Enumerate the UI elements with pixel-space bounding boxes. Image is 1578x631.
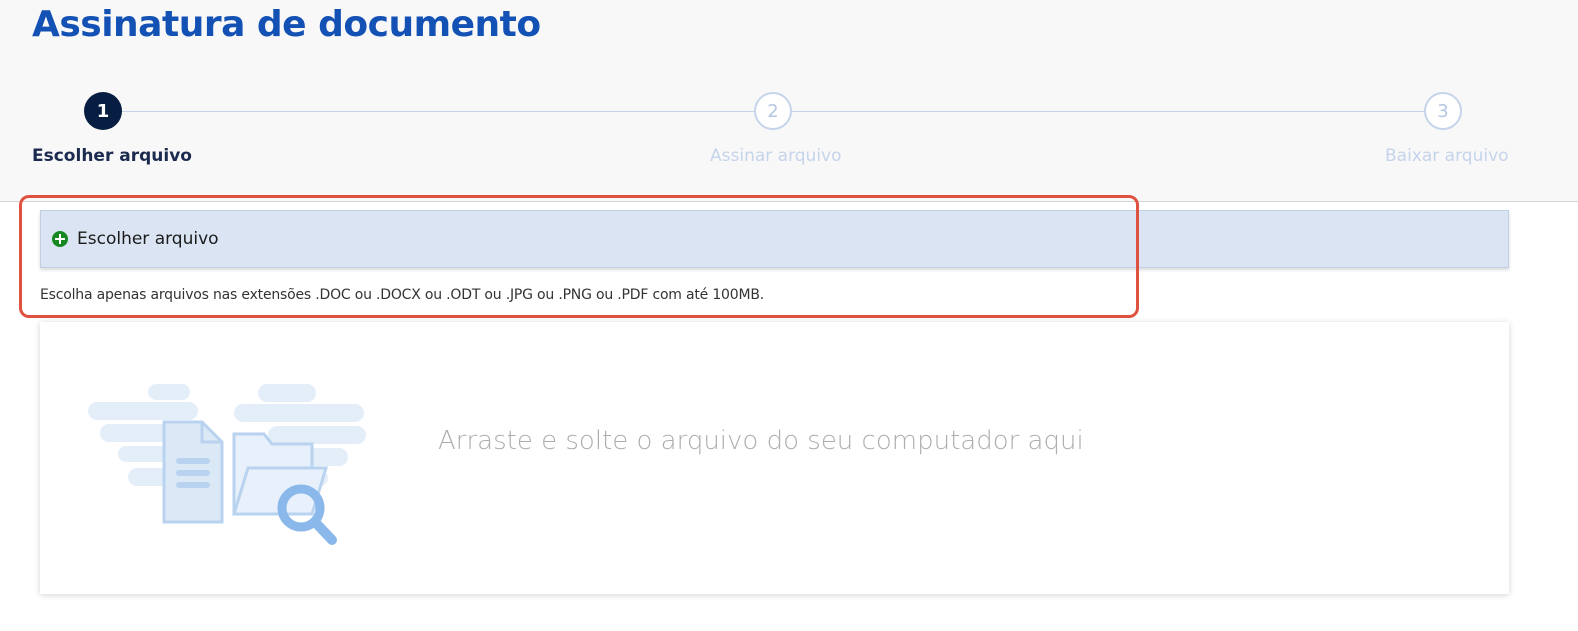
- file-drop-zone[interactable]: Arraste e solte o arquivo do seu computa…: [40, 322, 1509, 594]
- step-2-circle[interactable]: 2: [754, 92, 792, 130]
- step-connector: [792, 111, 1425, 112]
- step-1-label: Escolher arquivo: [32, 146, 192, 166]
- file-folder-search-icon: [88, 384, 366, 545]
- step-3-label: Baixar arquivo: [1385, 146, 1509, 166]
- drop-zone-text: Arraste e solte o arquivo do seu computa…: [438, 426, 1084, 456]
- step-3-circle[interactable]: 3: [1424, 92, 1462, 130]
- header-area: Assinatura de documento 1 Escolher arqui…: [0, 0, 1578, 202]
- stepper: 1 Escolher arquivo 2 Assinar arquivo 3 B…: [0, 0, 1578, 202]
- step-2-label: Assinar arquivo: [710, 146, 842, 166]
- step-1-circle[interactable]: 1: [84, 92, 122, 130]
- highlight-annotation: [19, 195, 1139, 318]
- step-connector: [122, 111, 754, 112]
